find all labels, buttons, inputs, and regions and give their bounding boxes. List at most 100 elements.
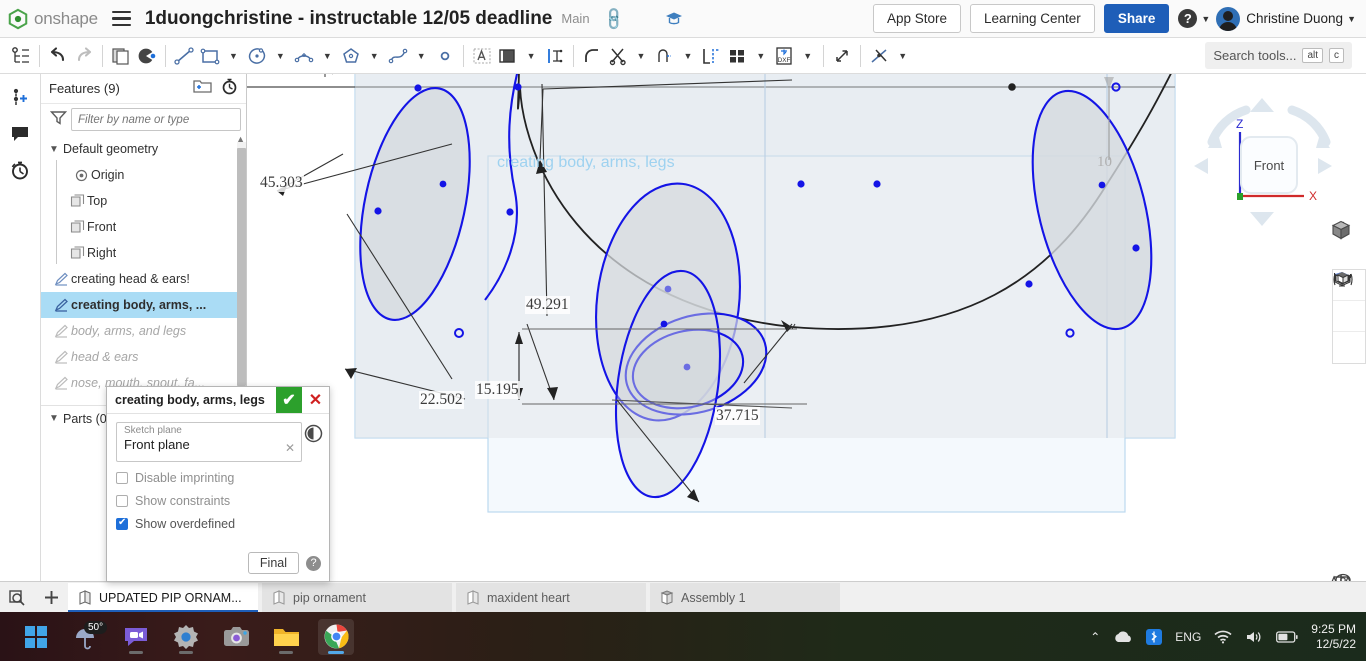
learning-center-button[interactable]: Learning Center (969, 4, 1095, 33)
tree-item-origin[interactable]: Origin (41, 162, 246, 188)
confirm-button[interactable]: ✔ (276, 387, 302, 413)
comment-icon[interactable] (6, 119, 34, 149)
help-icon[interactable]: ? (306, 555, 321, 571)
windows-start-icon[interactable] (18, 619, 54, 655)
section-view-icon[interactable] (1333, 272, 1365, 332)
clear-icon[interactable]: ✕ (285, 441, 295, 455)
tree-item-creating-head-ears[interactable]: creating head & ears! (41, 266, 246, 292)
rectangle-icon[interactable] (197, 41, 223, 71)
camera-icon[interactable] (218, 619, 254, 655)
tab-pip-ornament[interactable]: pip ornament (262, 583, 452, 612)
document-branch[interactable]: Main (561, 11, 589, 26)
disable-imprinting-row[interactable]: Disable imprinting (116, 471, 320, 485)
user-name-label[interactable]: Christine Duong (1246, 11, 1343, 26)
chrome-icon[interactable] (318, 618, 354, 655)
rollback-timer-icon[interactable] (221, 78, 238, 100)
dimension-label[interactable]: 49.291 (525, 296, 570, 314)
dimension-label[interactable]: 37.715 (715, 407, 760, 425)
sketch-fillet-icon[interactable] (134, 41, 160, 71)
chevron-down-icon[interactable]: ▼ (270, 51, 291, 61)
tree-item-right[interactable]: Right (41, 240, 246, 266)
dimension-label[interactable]: 22.502 (419, 391, 464, 409)
show-constraints-row[interactable]: Show constraints (116, 494, 320, 508)
share-button[interactable]: Share (1103, 4, 1170, 33)
dimension-label[interactable]: 15.195 (475, 381, 520, 399)
wifi-icon[interactable] (1214, 630, 1232, 644)
tree-item-top[interactable]: Top (41, 188, 246, 214)
view-cube[interactable]: Z X Front (1188, 84, 1338, 244)
help-menu[interactable]: ? ▼ (1178, 9, 1210, 28)
trim-icon[interactable] (605, 41, 631, 71)
sketch-canvas[interactable]: creating body, arms, legs 10 45.303 22.5… (247, 74, 1366, 581)
onshape-logo-icon[interactable] (7, 8, 29, 30)
show-overdefined-checkbox[interactable] (116, 517, 128, 530)
redo-icon[interactable] (71, 41, 97, 71)
app-store-button[interactable]: App Store (872, 4, 961, 33)
chevron-down-icon[interactable]: ▼ (49, 144, 63, 155)
mirror-icon[interactable] (542, 41, 568, 71)
user-avatar[interactable] (1216, 6, 1241, 31)
dxf-export-icon[interactable]: DXF (771, 41, 797, 71)
add-folder-icon[interactable] (193, 78, 212, 100)
chevron-down-icon[interactable]: ▼ (750, 51, 771, 61)
tray-language-label[interactable]: ENG (1175, 630, 1201, 644)
copy-icon[interactable] (108, 41, 134, 71)
filter-input[interactable] (71, 108, 241, 131)
chevron-down-icon[interactable]: ▼ (1347, 14, 1356, 24)
search-tools-box[interactable]: Search tools... alt c (1205, 42, 1352, 69)
tree-item-front[interactable]: Front (41, 214, 246, 240)
onedrive-cloud-icon[interactable] (1113, 630, 1133, 644)
tree-item-default-geometry[interactable]: ▼ Default geometry (41, 136, 246, 162)
show-overdefined-row[interactable]: Show overdefined (116, 517, 320, 531)
arc-icon[interactable] (291, 41, 317, 71)
cancel-button[interactable]: ✕ (302, 387, 329, 413)
line-icon[interactable] (171, 41, 197, 71)
add-version-icon[interactable] (6, 83, 34, 113)
offset-icon[interactable] (495, 41, 521, 71)
battery-icon[interactable] (1276, 630, 1298, 643)
sketch-plane-field[interactable]: Sketch plane Front plane ✕ (116, 422, 302, 462)
chevron-down-icon[interactable]: ▼ (223, 51, 244, 61)
tree-item-body-arms-and-legs[interactable]: body, arms, and legs (41, 318, 246, 344)
final-button[interactable]: Final (247, 552, 299, 574)
spline-icon[interactable] (385, 41, 411, 71)
show-constraints-checkbox[interactable] (116, 495, 128, 507)
chevron-down-icon[interactable]: ▼ (49, 413, 63, 424)
constraint-icon[interactable] (866, 41, 892, 71)
tab-maxident-heart[interactable]: maxident heart (456, 583, 646, 612)
chevron-down-icon[interactable]: ▼ (677, 51, 698, 61)
circle-icon[interactable] (244, 41, 270, 71)
volume-icon[interactable] (1245, 630, 1263, 644)
chevron-down-icon[interactable]: ▼ (521, 51, 542, 61)
view-perspective-toggle[interactable]: ▼ (1330, 219, 1351, 240)
hamburger-menu-icon[interactable] (111, 11, 131, 26)
tab-search-icon[interactable] (0, 582, 34, 612)
chevron-down-icon[interactable]: ▼ (317, 51, 338, 61)
history-icon[interactable] (6, 155, 34, 185)
new-tab-button[interactable] (34, 582, 68, 612)
graduation-cap-icon[interactable] (665, 11, 683, 27)
chevron-down-icon[interactable]: ▼ (892, 51, 913, 61)
bluetooth-icon[interactable] (1146, 628, 1163, 645)
fillet-icon[interactable] (579, 41, 605, 71)
chat-icon[interactable] (118, 619, 154, 655)
polygon-icon[interactable] (338, 41, 364, 71)
point-icon[interactable] (432, 41, 458, 71)
history-clock-icon[interactable] (304, 424, 323, 448)
tree-item-head-ears[interactable]: head & ears (41, 344, 246, 370)
tab-updated-pip-ornament[interactable]: UPDATED PIP ORNAM... (68, 583, 258, 612)
undo-icon[interactable] (45, 41, 71, 71)
chevron-down-icon[interactable]: ▼ (797, 51, 818, 61)
tree-item-creating-body-arms-legs[interactable]: creating body, arms, ... (41, 292, 246, 318)
file-explorer-icon[interactable] (268, 619, 304, 655)
text-icon[interactable] (469, 41, 495, 71)
dimension-label[interactable]: 45.303 (259, 174, 304, 192)
transform-icon[interactable] (829, 41, 855, 71)
dimension-icon[interactable] (698, 41, 724, 71)
tab-assembly-1[interactable]: Assembly 1 (650, 583, 840, 612)
tree-scrollbar-thumb[interactable] (237, 148, 246, 386)
chevron-down-icon[interactable]: ▼ (631, 51, 652, 61)
feature-list-icon[interactable] (8, 41, 34, 71)
settings-gear-icon[interactable] (168, 619, 204, 655)
chevron-down-icon[interactable]: ▼ (411, 51, 432, 61)
